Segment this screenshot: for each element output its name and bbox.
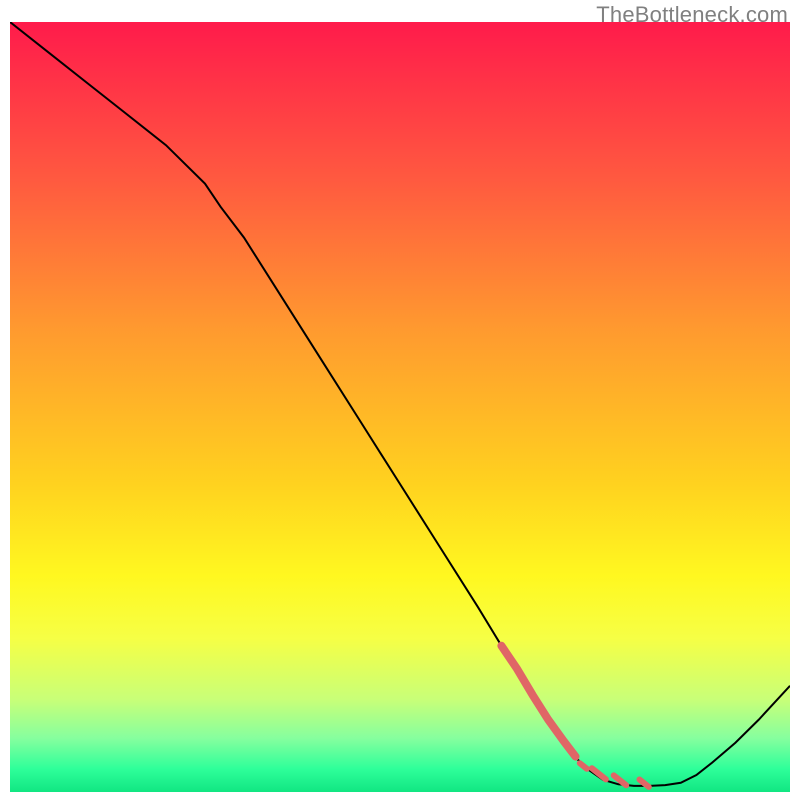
chart-background <box>10 22 790 792</box>
chart-svg <box>10 22 790 792</box>
bottleneck-chart <box>10 22 790 792</box>
